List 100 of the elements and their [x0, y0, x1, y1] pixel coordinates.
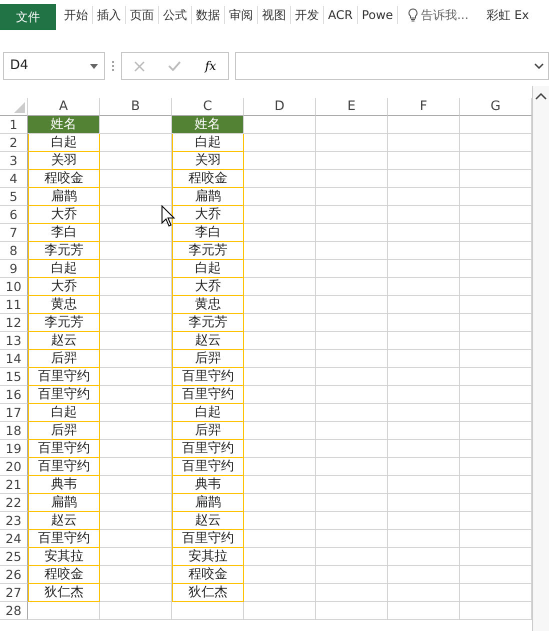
row-header[interactable]: 18 — [0, 422, 28, 440]
table-cell — [244, 548, 316, 566]
ribbon-tab[interactable]: 审阅 — [225, 6, 258, 24]
row-header[interactable]: 2 — [0, 134, 28, 152]
table-cell — [244, 224, 316, 242]
row-header[interactable]: 26 — [0, 566, 28, 584]
mouse-pointer-icon — [161, 205, 175, 227]
row-header[interactable]: 12 — [0, 314, 28, 332]
insert-function-button[interactable]: fx — [204, 57, 216, 75]
table-cell — [244, 350, 316, 368]
row-header[interactable]: 14 — [0, 350, 28, 368]
table-cell: 李白 — [172, 224, 244, 242]
table-cell — [244, 278, 316, 296]
table-cell — [100, 512, 172, 530]
table-cell — [244, 476, 316, 494]
table-cell — [388, 476, 460, 494]
table-cell: 百里守约 — [172, 386, 244, 404]
table-cell — [316, 170, 388, 188]
table-cell: 大乔 — [172, 278, 244, 296]
ribbon-tab[interactable]: 页面 — [126, 6, 159, 24]
row-header[interactable]: 17 — [0, 404, 28, 422]
table-cell — [388, 278, 460, 296]
row-header[interactable]: 20 — [0, 458, 28, 476]
checkmark-icon[interactable] — [168, 61, 182, 71]
vertical-scrollbar[interactable] — [532, 86, 549, 631]
table-cell — [316, 116, 388, 134]
table-cell — [316, 278, 388, 296]
ribbon-tab[interactable]: 公式 — [159, 6, 192, 24]
row-header[interactable]: 7 — [0, 224, 28, 242]
table-cell — [244, 584, 316, 602]
table-cell — [100, 458, 172, 476]
table-cell: 百里守约 — [28, 368, 100, 386]
table-cell — [244, 296, 316, 314]
expand-chevron-icon[interactable] — [534, 63, 544, 69]
table-cell — [316, 476, 388, 494]
row-header[interactable]: 4 — [0, 170, 28, 188]
row-header[interactable]: 21 — [0, 476, 28, 494]
row-header[interactable]: 28 — [0, 602, 28, 620]
file-tab[interactable]: 文件 — [0, 4, 56, 30]
ribbon-tab[interactable]: 开始 — [60, 6, 93, 24]
table-cell: 扁鹊 — [28, 188, 100, 206]
table-cell — [244, 530, 316, 548]
row-header[interactable]: 27 — [0, 584, 28, 602]
table-cell — [388, 584, 460, 602]
table-cell: 大乔 — [28, 206, 100, 224]
row-header[interactable]: 10 — [0, 278, 28, 296]
column-header[interactable]: E — [316, 98, 388, 116]
ribbon-tab[interactable]: 插入 — [93, 6, 126, 24]
row-header[interactable]: 24 — [0, 530, 28, 548]
row-header[interactable]: 25 — [0, 548, 28, 566]
dropdown-caret-icon[interactable] — [90, 64, 98, 68]
row-header[interactable]: 15 — [0, 368, 28, 386]
column-header[interactable]: D — [244, 98, 316, 116]
scroll-up-icon[interactable] — [535, 92, 547, 100]
column-header[interactable]: B — [100, 98, 172, 116]
row-header[interactable]: 5 — [0, 188, 28, 206]
table-cell — [316, 512, 388, 530]
table-cell — [388, 206, 460, 224]
column-header[interactable]: G — [460, 98, 532, 116]
row-header[interactable]: 6 — [0, 206, 28, 224]
table-cell — [244, 494, 316, 512]
table-cell — [244, 602, 316, 620]
more-options-icon[interactable] — [111, 60, 115, 72]
row-header[interactable]: 22 — [0, 494, 28, 512]
table-cell — [244, 206, 316, 224]
cancel-icon[interactable] — [134, 60, 145, 72]
table-cell — [316, 242, 388, 260]
ribbon-tab[interactable]: 彩虹 Ex — [472, 6, 534, 24]
table-cell — [316, 602, 388, 620]
name-box[interactable]: D4 — [3, 52, 105, 80]
table-cell — [388, 296, 460, 314]
row-header[interactable]: 19 — [0, 440, 28, 458]
column-header[interactable]: F — [388, 98, 460, 116]
ribbon-tab[interactable]: Powe — [358, 6, 398, 24]
ribbon-tab[interactable]: 开发 — [291, 6, 324, 24]
table-cell — [100, 278, 172, 296]
tell-me-button[interactable]: 告诉我... — [398, 6, 473, 24]
column-header[interactable]: C — [172, 98, 244, 116]
table-cell: 程咬金 — [28, 170, 100, 188]
column-header[interactable]: A — [28, 98, 100, 116]
table-cell: 白起 — [172, 404, 244, 422]
row-header[interactable]: 9 — [0, 260, 28, 278]
row-header[interactable]: 23 — [0, 512, 28, 530]
table-cell — [388, 548, 460, 566]
row-header[interactable]: 8 — [0, 242, 28, 260]
row-header[interactable]: 16 — [0, 386, 28, 404]
row-header[interactable]: 11 — [0, 296, 28, 314]
ribbon-tab[interactable]: 视图 — [258, 6, 291, 24]
lightbulb-icon — [408, 8, 418, 22]
ribbon-tab[interactable]: ACR — [324, 6, 358, 24]
row-header[interactable]: 3 — [0, 152, 28, 170]
table-cell — [388, 386, 460, 404]
table-cell — [316, 404, 388, 422]
row-header[interactable]: 13 — [0, 332, 28, 350]
ribbon-tab[interactable]: 数据 — [192, 6, 225, 24]
corner-triangle-icon[interactable] — [14, 102, 25, 113]
table-cell: 典韦 — [28, 476, 100, 494]
table-cell — [100, 566, 172, 584]
table-cell — [388, 530, 460, 548]
table-cell — [316, 548, 388, 566]
